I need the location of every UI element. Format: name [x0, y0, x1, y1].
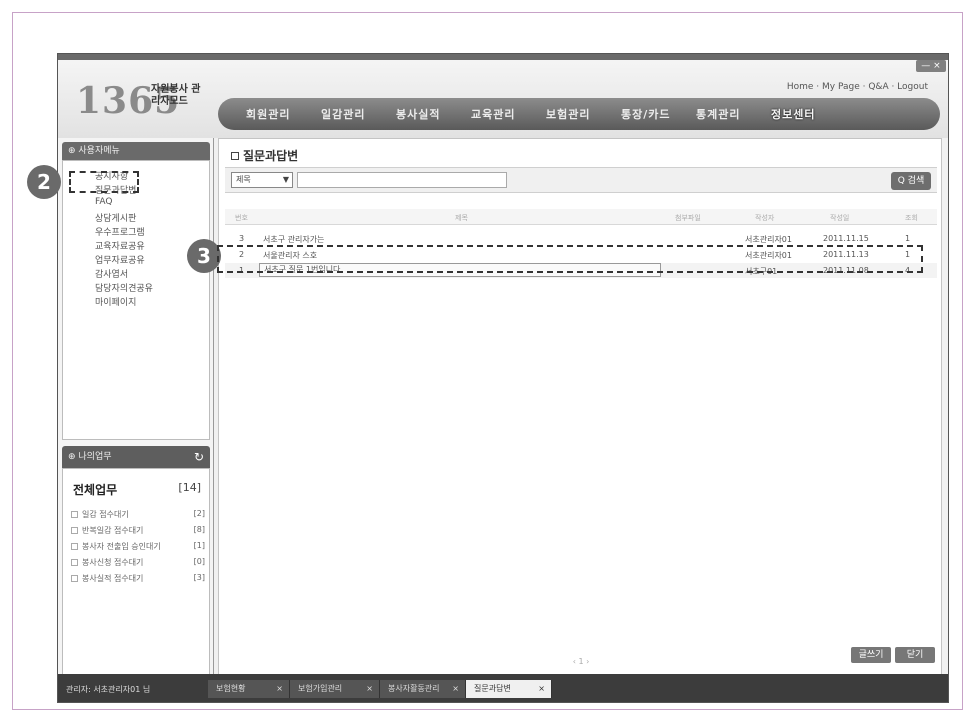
work-row-count: [1]: [193, 541, 205, 550]
col-title: 제목: [455, 214, 468, 222]
sidebar: ⊕ 사용자메뉴 공지사항 질문과답변 FAQ 상담게시판 우수프로그램 교육자료…: [58, 138, 214, 682]
task-tab-label: 보험가입관리: [298, 684, 343, 693]
search-select-value: 제목: [236, 175, 251, 184]
sidebar-item-opinion[interactable]: 담당자의견공유: [95, 281, 153, 294]
pagination[interactable]: ‹ 1 ›: [219, 657, 943, 666]
work-row[interactable]: 봉사자 전출입 승인대기 [1]: [71, 541, 205, 552]
sidebar-item-faq[interactable]: FAQ: [95, 197, 112, 207]
row-date: 2011.11.15: [823, 234, 869, 243]
task-tab-label: 보험현황: [216, 684, 246, 693]
col-attachment: 첨부파일: [675, 214, 701, 222]
work-row-label: 봉사신청 접수대기: [82, 558, 144, 567]
header: — × 1365 자원봉사 관리자모드 Home · My Page · Q&A…: [58, 54, 948, 138]
task-tab-insurance-join[interactable]: 보험가입관리 ×: [290, 680, 380, 698]
search-bar: 제목 ▼ Q 검색: [225, 167, 937, 193]
page-title-text: 질문과답변: [243, 149, 299, 163]
main-nav: 회원관리 일감관리 봉사실적 교육관리 보험관리 통장/카드 통계관리 정보센터: [218, 98, 940, 130]
col-author: 작성자: [755, 214, 775, 222]
page-title: 질문과답변: [231, 147, 298, 164]
sidebar-item-work-share[interactable]: 업무자료공유: [95, 253, 145, 266]
checkbox-icon: [71, 527, 78, 534]
row-no: 3: [239, 234, 245, 243]
search-field-select[interactable]: 제목 ▼: [231, 172, 293, 188]
logo-subtitle: 자원봉사 관리자모드: [151, 84, 201, 107]
sidebar-item-program[interactable]: 우수프로그램: [95, 225, 145, 238]
task-tab-insurance-status[interactable]: 보험현황 ×: [208, 680, 290, 698]
nav-bankbook[interactable]: 통장/카드: [621, 106, 696, 122]
checkbox-icon: [71, 511, 78, 518]
highlight-box-row: [217, 245, 923, 273]
app-window: — × 1365 자원봉사 관리자모드 Home · My Page · Q&A…: [57, 53, 949, 703]
sidebar-item-edu-share[interactable]: 교육자료공유: [95, 239, 145, 252]
work-row-label: 봉사실적 접수대기: [82, 574, 144, 583]
task-tab-volunteer-activity[interactable]: 봉사자활동관리 ×: [380, 680, 466, 698]
close-icon[interactable]: ×: [538, 680, 545, 698]
window-top-strip: [58, 54, 948, 60]
col-no: 번호: [235, 214, 248, 222]
row-title[interactable]: 서초구 관리자가는: [263, 234, 324, 245]
search-input[interactable]: [297, 172, 507, 188]
task-tab-qna[interactable]: 질문과답변 ×: [466, 680, 552, 698]
checkbox-icon: [71, 559, 78, 566]
col-date: 작성일: [830, 214, 850, 222]
highlight-box-sidebar: [69, 171, 139, 193]
row-author: 서초관리자01: [745, 235, 792, 244]
chevron-down-icon: ▼: [282, 175, 289, 184]
work-row[interactable]: 일감 접수대기 [2]: [71, 509, 205, 520]
work-row-label: 반복일감 접수대기: [82, 526, 144, 535]
screenshot-frame: — × 1365 자원봉사 관리자모드 Home · My Page · Q&A…: [12, 12, 963, 710]
nav-record[interactable]: 봉사실적: [396, 106, 471, 122]
table-row[interactable]: 3 서초구 관리자가는 서초관리자01 2011.11.15 1: [225, 231, 937, 246]
checkbox-icon: [71, 543, 78, 550]
work-row[interactable]: 봉사실적 접수대기 [3]: [71, 573, 205, 584]
work-row-count: [8]: [193, 525, 205, 534]
callout-step-3: 3: [187, 239, 221, 273]
sidebar-menu: 공지사항 질문과답변 FAQ 상담게시판 우수프로그램 교육자료공유 업무자료공…: [62, 160, 210, 440]
callout-step-2: 2: [27, 165, 61, 199]
checkbox-icon: [71, 575, 78, 582]
my-work-panel: 전체업무 [14] 일감 접수대기 [2] 반복일감 접수대기 [8] 봉사자 …: [62, 468, 210, 678]
work-row-label: 봉사자 전출입 승인대기: [82, 542, 161, 551]
my-work-title: ⊕ 나의업무 ↻: [62, 446, 210, 468]
bottom-taskbar: 관리자: 서초관리자01 님 보험현황 × 보험가입관리 × 봉사자활동관리 × 질문…: [58, 674, 948, 702]
close-icon[interactable]: ×: [452, 680, 459, 698]
user-links[interactable]: Home · My Page · Q&A · Logout: [787, 82, 928, 92]
work-row-count: [2]: [193, 509, 205, 518]
close-icon[interactable]: ×: [276, 680, 283, 698]
work-row[interactable]: 반복일감 접수대기 [8]: [71, 525, 205, 536]
task-tab-label: 질문과답변: [474, 684, 511, 693]
admin-info: 관리자: 서초관리자01 님: [66, 685, 151, 694]
sidebar-title: ⊕ 사용자메뉴: [62, 142, 210, 160]
work-row-count: [3]: [193, 573, 205, 582]
nav-info-center[interactable]: 정보센터: [771, 106, 846, 122]
search-button[interactable]: Q 검색: [891, 172, 931, 190]
sidebar-item-mypage[interactable]: 마이페이지: [95, 295, 136, 308]
work-row-count: [0]: [193, 557, 205, 566]
close-button[interactable]: 닫기: [895, 647, 935, 663]
nav-stats[interactable]: 통계관리: [696, 106, 771, 122]
refresh-icon[interactable]: ↻: [194, 450, 204, 464]
table-header: 번호 제목 첨부파일 작성자 작성일 조회: [225, 209, 937, 225]
write-button[interactable]: 글쓰기: [851, 647, 891, 663]
sidebar-item-consult[interactable]: 상담게시판: [95, 211, 136, 224]
nav-member[interactable]: 회원관리: [246, 106, 321, 122]
window-controls[interactable]: — ×: [916, 60, 946, 72]
title-square-icon: [231, 152, 239, 160]
row-views: 1: [905, 234, 911, 243]
nav-education[interactable]: 교육관리: [471, 106, 546, 122]
nav-job[interactable]: 일감관리: [321, 106, 396, 122]
sidebar-item-thanks[interactable]: 감사엽서: [95, 267, 128, 280]
work-row-label: 일감 접수대기: [82, 510, 129, 519]
nav-insurance[interactable]: 보험관리: [546, 106, 621, 122]
task-tab-label: 봉사자활동관리: [388, 684, 440, 693]
my-work-title-text: ⊕ 나의업무: [68, 452, 112, 462]
col-views: 조회: [905, 214, 918, 222]
close-icon[interactable]: ×: [366, 680, 373, 698]
work-row[interactable]: 봉사신청 접수대기 [0]: [71, 557, 205, 568]
work-total-count: [14]: [178, 481, 201, 494]
work-total-label[interactable]: 전체업무: [73, 481, 117, 498]
main-content: 질문과답변 제목 ▼ Q 검색 번호 제목 첨부파일 작성자 작성일 조회 3 …: [218, 138, 942, 678]
